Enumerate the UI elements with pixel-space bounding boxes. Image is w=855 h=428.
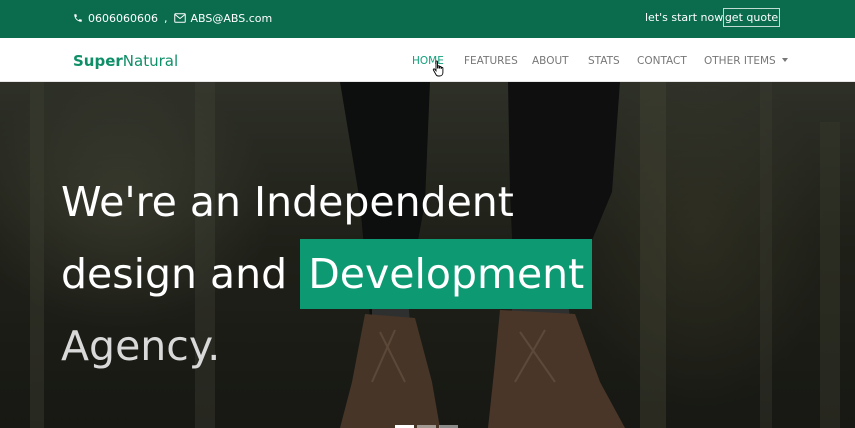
nav-features[interactable]: FEATURES (464, 38, 518, 82)
brand-logo[interactable]: SuperNatural (73, 38, 178, 82)
email-address[interactable]: ABS@ABS.com (191, 12, 273, 25)
headline-line-2: design and Development (61, 238, 593, 310)
nav-other-items[interactable]: OTHER ITEMS (704, 38, 788, 82)
brand-part-super: Super (73, 52, 123, 70)
brand-part-natural: Natural (122, 52, 179, 70)
nav-other-items-label: OTHER ITEMS (704, 55, 776, 67)
nav-contact[interactable]: CONTACT (637, 38, 687, 82)
nav-about[interactable]: ABOUT (532, 38, 569, 82)
hand-cursor-icon (432, 60, 444, 77)
phone-icon (73, 13, 83, 23)
headline-line-2-text: design and (61, 250, 288, 298)
nav-stats[interactable]: STATS (588, 38, 620, 82)
chevron-down-icon (781, 58, 788, 62)
phone-number: 0606060606 (88, 11, 158, 25)
get-quote-button[interactable]: get quote (723, 8, 780, 27)
headline-line-3: Agency. (61, 322, 221, 370)
top-bar: 0606060606 , ABS@ABS.com let's start now… (0, 0, 855, 38)
envelope-icon (173, 13, 186, 23)
hero-headline: We're an Independent design and Developm… (61, 166, 593, 382)
lets-start-link[interactable]: let's start now (645, 0, 723, 36)
contact-info: 0606060606 , ABS@ABS.com (73, 0, 272, 36)
main-navbar: SuperNatural HOME FEATURES ABOUT STATS C… (0, 38, 855, 82)
headline-line-1: We're an Independent (61, 178, 514, 226)
hero-carousel: We're an Independent design and Developm… (0, 82, 855, 428)
headline-highlight: Development (300, 239, 593, 309)
contact-separator: , (164, 11, 168, 25)
